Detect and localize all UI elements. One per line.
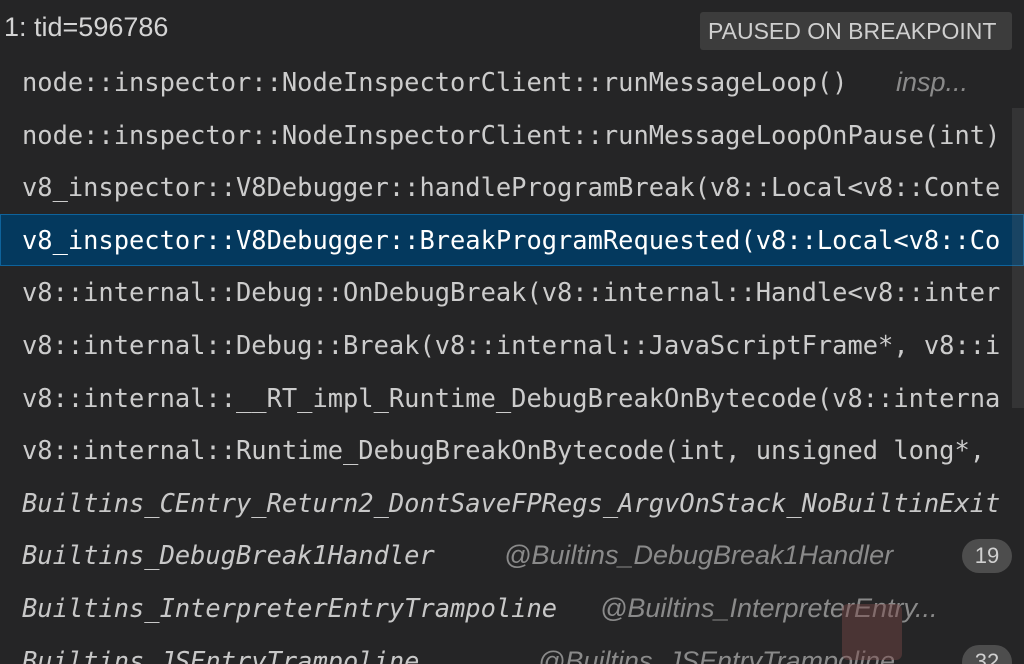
frame-function-name: v8::internal::Runtime_DebugBreakOnByteco… — [22, 435, 986, 466]
stack-frame[interactable]: v8_inspector::V8Debugger::handleProgramB… — [0, 161, 1024, 214]
vertical-scrollbar[interactable] — [1012, 108, 1024, 408]
stack-frame[interactable]: Builtins_DebugBreak1Handler @Builtins_De… — [0, 529, 1024, 582]
frame-source-name: insp... — [896, 67, 969, 97]
paused-status-badge: PAUSED ON BREAKPOINT — [700, 12, 1012, 50]
frame-function-name: Builtins_DebugBreak1Handler — [22, 540, 435, 571]
frame-function-name: v8_inspector::V8Debugger::BreakProgramRe… — [22, 224, 1001, 255]
frame-line-badge: 19 — [962, 539, 1012, 574]
frame-function-name: Builtins_CEntry_Return2_DontSaveFPRegs_A… — [22, 487, 1001, 518]
stack-frame[interactable]: v8::internal::Debug::Break(v8::internal:… — [0, 319, 1024, 372]
stack-frame-selected[interactable]: v8_inspector::V8Debugger::BreakProgramRe… — [0, 213, 1024, 267]
frame-source-name: @Builtins_DebugBreak1Handler — [504, 540, 894, 571]
frame-function-name: node::inspector::NodeInspectorClient::ru… — [22, 119, 1001, 150]
stack-frame[interactable]: v8::internal::__RT_impl_Runtime_DebugBre… — [0, 372, 1024, 425]
frame-function-name: v8::internal::Debug::OnDebugBreak(v8::in… — [22, 277, 1001, 308]
call-stack-panel: 1: tid=596786 PAUSED ON BREAKPOINT node:… — [0, 0, 1024, 664]
thread-label: 1: tid=596786 — [4, 12, 169, 42]
stack-frame[interactable]: Builtins_CEntry_Return2_DontSaveFPRegs_A… — [0, 477, 1024, 530]
stack-frame[interactable]: node::inspector::NodeInspectorClient::ru… — [0, 56, 1024, 109]
stack-frame[interactable]: v8::internal::Runtime_DebugBreakOnByteco… — [0, 424, 1024, 477]
frame-function-name: Builtins_InterpreterEntryTrampoline — [22, 592, 558, 623]
frame-function-name: v8::internal::Debug::Break(v8::internal:… — [22, 329, 1001, 360]
stack-frame[interactable]: node::inspector::NodeInspectorClient::ru… — [0, 109, 1024, 162]
frame-function-name: v8_inspector::V8Debugger::handleProgramB… — [22, 172, 1001, 203]
frame-function-name: Builtins_JSEntryTrampoline — [22, 645, 420, 664]
stack-frame-list: node::inspector::NodeInspectorClient::ru… — [0, 56, 1024, 664]
frame-function-name: node::inspector::NodeInspectorClient::ru… — [22, 67, 848, 97]
frame-line-badge: 32 — [962, 644, 1012, 664]
stack-frame[interactable]: v8::internal::Debug::OnDebugBreak(v8::in… — [0, 266, 1024, 319]
avatar-watermark — [842, 604, 902, 660]
frame-function-name: v8::internal::__RT_impl_Runtime_DebugBre… — [22, 382, 1001, 413]
thread-header[interactable]: 1: tid=596786 PAUSED ON BREAKPOINT — [0, 4, 1024, 56]
